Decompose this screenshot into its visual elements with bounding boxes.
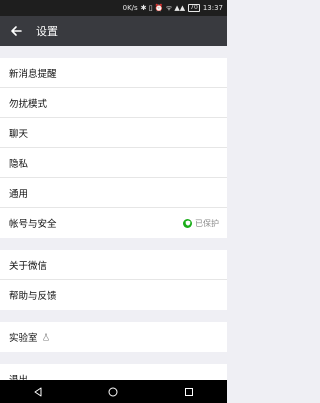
setting-account-security[interactable]: 帐号与安全 已保护 xyxy=(0,208,227,238)
setting-privacy[interactable]: 隐私 xyxy=(0,148,227,178)
setting-label: 帐号与安全 xyxy=(9,219,57,230)
square-recents-icon xyxy=(185,387,194,396)
setting-general[interactable]: 通用 xyxy=(0,178,227,208)
setting-label: 勿扰模式 xyxy=(9,98,48,110)
status-icons: ✱ ▯ ⏰ ᯤ ▲▲ xyxy=(140,4,186,12)
setting-about-wechat[interactable]: 关于微信 xyxy=(0,250,227,280)
triangle-back-icon xyxy=(34,387,42,396)
setting-new-message-notification[interactable]: 新消息提醒 xyxy=(0,58,227,88)
protected-status: 已保护 xyxy=(183,218,219,229)
setting-help-feedback[interactable]: 帮助与反馈 xyxy=(0,280,227,310)
setting-label: 帮助与反馈 xyxy=(9,291,57,302)
network-speed: 0K/s xyxy=(122,4,138,12)
settings-group-about: 关于微信 帮助与反馈 xyxy=(0,250,227,310)
page-title: 设置 xyxy=(36,25,58,38)
setting-chat[interactable]: 聊天 xyxy=(0,118,227,148)
setting-lab[interactable]: 实验室 xyxy=(0,322,227,352)
system-navigation-bar xyxy=(0,380,227,403)
protected-label: 已保护 xyxy=(195,218,219,228)
settings-list: 新消息提醒 勿扰模式 聊天 隐私 通用 帐号与安全 已保护 关于微信 帮助与反馈… xyxy=(0,46,227,394)
setting-label: 聊天 xyxy=(9,128,29,140)
nav-back-button[interactable] xyxy=(28,382,48,402)
nav-home-button[interactable] xyxy=(103,382,123,402)
arrow-left-icon xyxy=(11,26,22,36)
app-bar: 设置 xyxy=(0,16,227,46)
setting-label: 通用 xyxy=(9,188,29,200)
flask-icon xyxy=(42,333,49,341)
battery-icon: 70 xyxy=(188,4,200,12)
setting-label: 关于微信 xyxy=(9,260,48,272)
setting-label: 实验室 xyxy=(9,333,38,344)
nav-recents-button[interactable] xyxy=(179,382,199,402)
setting-do-not-disturb[interactable]: 勿扰模式 xyxy=(0,88,227,118)
shield-icon xyxy=(183,218,192,228)
setting-label: 隐私 xyxy=(9,158,29,170)
circle-home-icon xyxy=(108,387,118,396)
status-bar: 0K/s ✱ ▯ ⏰ ᯤ ▲▲ 70 13:37 xyxy=(0,0,227,16)
clock: 13:37 xyxy=(202,4,223,12)
setting-label: 新消息提醒 xyxy=(9,68,57,80)
settings-group-lab: 实验室 xyxy=(0,322,227,352)
lab-label-wrap: 实验室 xyxy=(9,330,50,344)
back-button[interactable] xyxy=(6,16,26,46)
settings-group-general: 新消息提醒 勿扰模式 聊天 隐私 通用 帐号与安全 已保护 xyxy=(0,58,227,238)
